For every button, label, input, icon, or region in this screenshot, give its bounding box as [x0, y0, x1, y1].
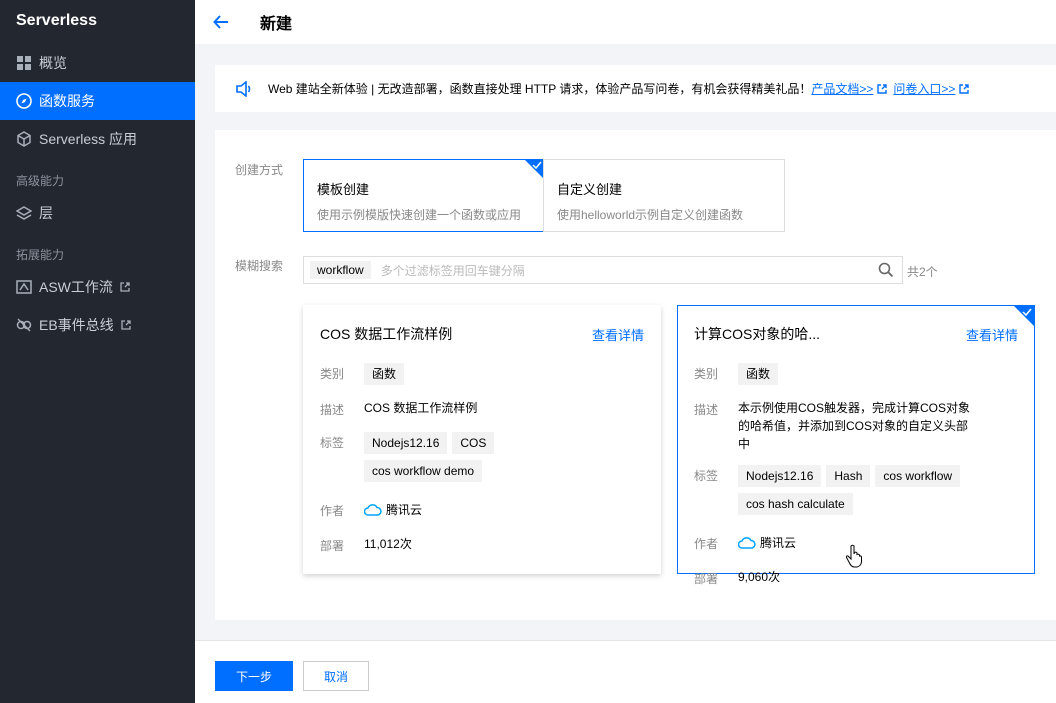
- sidebar-item-overview[interactable]: 概览: [0, 44, 195, 82]
- view-details-link[interactable]: 查看详情: [966, 325, 1018, 344]
- event-bus-icon: [16, 317, 32, 333]
- footer-bar: 下一步 取消: [195, 640, 1056, 703]
- result-count: 共2个: [907, 265, 938, 279]
- sidebar-item-asw[interactable]: ASW工作流: [0, 268, 195, 306]
- tag: cos workflow demo: [364, 460, 483, 482]
- author-label: 作者: [694, 537, 719, 551]
- deploy-count: 11,012次: [364, 537, 412, 551]
- template-search-input[interactable]: workflow 多个过滤标签用回车键分隔: [303, 256, 903, 284]
- next-step-button[interactable]: 下一步: [215, 661, 293, 691]
- layers-icon: [16, 205, 32, 221]
- create-mode-label: 创建方式: [235, 163, 284, 177]
- workflow-icon: [16, 279, 32, 295]
- mode-desc: 使用helloworld示例自定义创建函数: [557, 208, 744, 222]
- create-form-panel: 创建方式 模板创建 使用示例模版快速创建一个函数或应用 自定义创建 使用hell…: [215, 130, 1056, 620]
- description-text: COS 数据工作流样例: [364, 401, 478, 415]
- tag: cos workflow: [875, 465, 961, 487]
- cube-icon: [16, 131, 32, 147]
- sidebar-item-label: 层: [39, 205, 53, 221]
- category-tag: 函数: [738, 363, 779, 385]
- category-label: 类别: [694, 367, 719, 381]
- grid-icon: [16, 55, 32, 71]
- search-placeholder: 多个过滤标签用回车键分隔: [380, 263, 525, 278]
- external-link-icon[interactable]: [959, 83, 970, 94]
- search-icon[interactable]: [878, 262, 894, 278]
- page-title: 新建: [260, 16, 293, 33]
- tag: Nodejs12.16: [364, 432, 448, 454]
- tencent-cloud-icon: [738, 536, 756, 549]
- tag: Nodejs12.16: [738, 465, 822, 487]
- sidebar-item-label: EB事件总线: [39, 317, 114, 333]
- sidebar-item-label: Serverless 应用: [39, 131, 138, 147]
- sidebar-item-functions[interactable]: 函数服务: [0, 82, 195, 120]
- mode-title: 自定义创建: [557, 182, 623, 197]
- sidebar-item-label: 概览: [39, 55, 67, 71]
- sidebar: Serverless 概览 函数服务 Serverless 应用 高级能力 层 …: [0, 0, 195, 703]
- mode-desc: 使用示例模版快速创建一个函数或应用: [317, 208, 522, 222]
- notice-banner: Web 建站全新体验 | 无改造部署，函数直接处理 HTTP 请求，体验产品写问…: [215, 65, 1056, 112]
- external-link-icon[interactable]: [877, 83, 888, 94]
- card-title: 计算COS对象的哈...: [694, 326, 821, 342]
- external-link-icon: [120, 282, 130, 292]
- sidebar-item-layer[interactable]: 层: [0, 194, 195, 232]
- mode-title: 模板创建: [317, 182, 370, 197]
- page-header: 新建: [195, 0, 1056, 44]
- description-text: 本示例使用COS触发器，完成计算COS对象的哈希值，并添加到COS对象的自定义头…: [738, 401, 971, 451]
- template-card[interactable]: COS 数据工作流样例 查看详情 类别 函数 描述 COS 数据工作流样例 标签…: [303, 305, 661, 574]
- category-tag: 函数: [364, 363, 405, 385]
- sidebar-item-label: ASW工作流: [39, 279, 113, 295]
- nav-group-extension: 拓展能力: [16, 248, 65, 262]
- deploy-label: 部署: [694, 572, 719, 586]
- custom-create-option[interactable]: 自定义创建 使用helloworld示例自定义创建函数: [543, 159, 785, 232]
- template-create-option[interactable]: 模板创建 使用示例模版快速创建一个函数或应用: [303, 159, 544, 232]
- tag: cos hash calculate: [738, 493, 853, 515]
- deploy-count: 9,060次: [738, 570, 781, 584]
- external-link-icon: [121, 320, 131, 330]
- back-arrow-icon[interactable]: [213, 15, 233, 29]
- search-tag-chip[interactable]: workflow: [310, 261, 371, 279]
- selected-check-icon: [1014, 306, 1034, 326]
- brand-title: Serverless: [16, 12, 97, 29]
- view-details-link[interactable]: 查看详情: [592, 325, 644, 344]
- sidebar-item-label: 函数服务: [39, 93, 95, 109]
- card-title: COS 数据工作流样例: [320, 326, 453, 342]
- compass-icon: [16, 93, 32, 109]
- description-label: 描述: [320, 403, 345, 417]
- sidebar-item-serverless-app[interactable]: Serverless 应用: [0, 120, 195, 158]
- notice-text: Web 建站全新体验 | 无改造部署，函数直接处理 HTTP 请求，体验产品写问…: [268, 82, 812, 96]
- fuzzy-search-label: 模糊搜索: [235, 259, 284, 273]
- selected-check-icon: [524, 159, 544, 179]
- sidebar-item-eventbridge[interactable]: EB事件总线: [0, 306, 195, 344]
- tag: Hash: [826, 465, 871, 487]
- tags-label: 标签: [320, 436, 345, 450]
- cancel-button[interactable]: 取消: [303, 661, 369, 691]
- tags-label: 标签: [694, 469, 719, 483]
- nav-group-advanced: 高级能力: [16, 174, 65, 188]
- tag: COS: [452, 432, 495, 454]
- category-label: 类别: [320, 367, 345, 381]
- author-name: 腾讯云: [760, 535, 797, 550]
- author-label: 作者: [320, 504, 345, 518]
- author-name: 腾讯云: [386, 502, 423, 517]
- survey-link[interactable]: 问卷入口>>: [893, 80, 955, 97]
- product-docs-link[interactable]: 产品文档>>: [811, 80, 873, 97]
- hand-pointer-icon: [845, 544, 862, 568]
- speaker-icon: [235, 80, 253, 97]
- description-label: 描述: [694, 403, 719, 417]
- deploy-label: 部署: [320, 539, 345, 553]
- tencent-cloud-icon: [364, 503, 382, 516]
- template-card-selected[interactable]: 计算COS对象的哈... 查看详情 类别 函数 描述 本示例使用COS触发器，完…: [677, 305, 1035, 586]
